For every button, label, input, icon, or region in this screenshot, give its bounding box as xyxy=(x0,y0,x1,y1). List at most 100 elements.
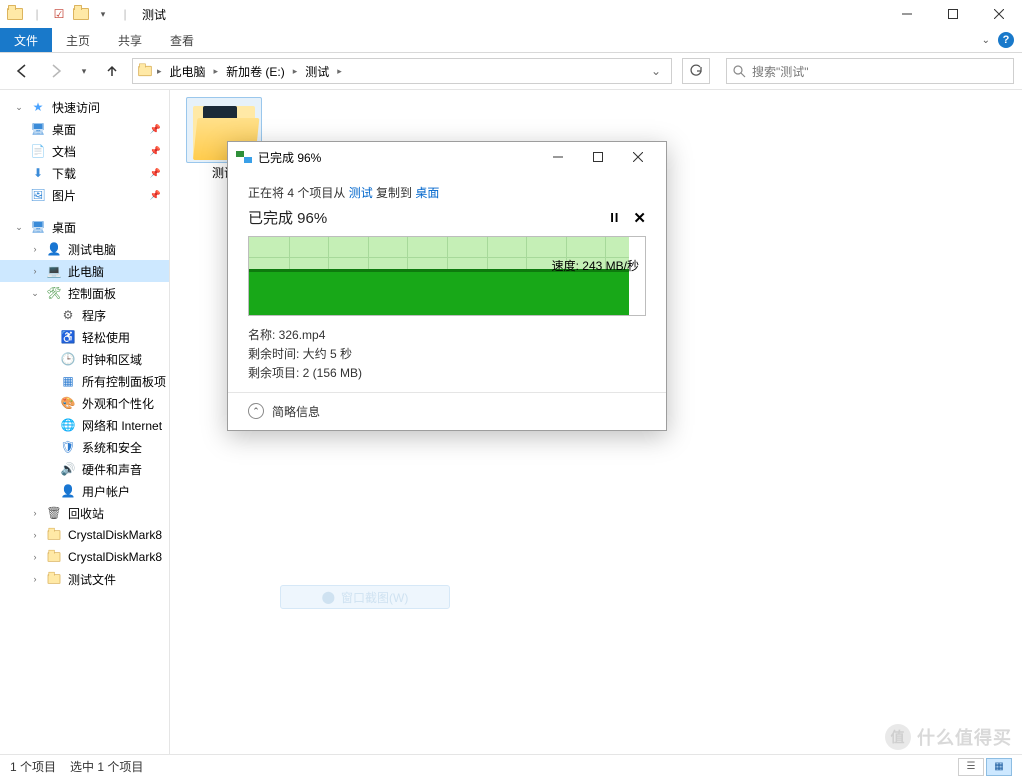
up-button[interactable] xyxy=(98,57,126,85)
net-icon: 🌐 xyxy=(60,417,76,433)
sidebar-item[interactable]: ▦所有控制面板项 xyxy=(0,370,169,392)
window-title: 测试 xyxy=(142,6,166,23)
sidebar-item-pictures[interactable]: 🖼 图片 📌 xyxy=(0,184,169,206)
address-dropdown-icon[interactable]: ⌄ xyxy=(645,64,667,78)
sidebar-item[interactable]: 🕒时钟和区域 xyxy=(0,348,169,370)
copy-source-link[interactable]: 测试 xyxy=(349,186,373,200)
sidebar-label: 下载 xyxy=(52,165,76,182)
picture-icon: 🖼 xyxy=(30,187,46,203)
dialog-maximize-button[interactable] xyxy=(578,142,618,172)
help-icon[interactable]: ? xyxy=(998,32,1014,48)
file-tab[interactable]: 文件 xyxy=(0,28,52,52)
breadcrumb-pc[interactable]: 此电脑 xyxy=(166,63,210,80)
sidebar-item[interactable]: ›👤测试电脑 xyxy=(0,238,169,260)
sidebar-label: 测试文件 xyxy=(68,571,116,588)
progress-percent: 已完成 96% xyxy=(248,207,327,228)
tab-home[interactable]: 主页 xyxy=(52,28,104,52)
copy-dest-link[interactable]: 桌面 xyxy=(415,186,439,200)
folder-icon xyxy=(46,549,62,565)
breadcrumb-sep[interactable]: ▸ xyxy=(155,66,164,77)
pc-icon: 💻 xyxy=(46,263,62,279)
icons-view-button[interactable]: ▦ xyxy=(986,758,1012,776)
details-view-button[interactable]: ☰ xyxy=(958,758,984,776)
watermark: 值 什么值得买 xyxy=(885,724,1012,750)
sidebar-item-desktop[interactable]: 🖥 桌面 📌 xyxy=(0,118,169,140)
cancel-button[interactable]: ✕ xyxy=(633,209,646,227)
breadcrumb-sep[interactable]: ▸ xyxy=(212,66,221,77)
sidebar-label: 系统和安全 xyxy=(82,439,142,456)
ghost-label: 窗口截图(W) xyxy=(341,589,408,606)
ribbon-tabs: 文件 主页 共享 查看 ⌄ ? xyxy=(0,28,1022,53)
sidebar-label: 硬件和声音 xyxy=(82,461,142,478)
sound-icon: 🔊 xyxy=(60,461,76,477)
qat-dropdown-icon[interactable]: ▾ xyxy=(92,3,114,25)
maximize-button[interactable] xyxy=(930,0,976,28)
sidebar-item[interactable]: 🌐网络和 Internet xyxy=(0,414,169,436)
window-controls xyxy=(884,0,1022,28)
ribbon-expand-icon[interactable]: ⌄ xyxy=(982,35,990,46)
forward-button[interactable] xyxy=(42,57,70,85)
sidebar-item[interactable]: ›测试文件 xyxy=(0,568,169,590)
folder-icon xyxy=(46,527,62,543)
tab-view[interactable]: 查看 xyxy=(156,28,208,52)
sidebar-item[interactable]: ›🗑回收站 xyxy=(0,502,169,524)
breadcrumb-drive[interactable]: 新加卷 (E:) xyxy=(222,63,289,80)
user-icon: 👤 xyxy=(46,241,62,257)
camera-icon: ⬤ xyxy=(322,590,335,604)
qat-properties-icon[interactable]: ☑ xyxy=(48,3,70,25)
quick-access-toolbar: | ☑ ▾ | xyxy=(0,3,136,25)
recent-button[interactable]: ▾ xyxy=(76,57,92,85)
sidebar-item[interactable]: ›💻此电脑 xyxy=(0,260,169,282)
sidebar-item[interactable]: 👤用户帐户 xyxy=(0,480,169,502)
sidebar-item[interactable]: 🔊 硬件和声音 xyxy=(0,458,169,480)
tab-share[interactable]: 共享 xyxy=(104,28,156,52)
status-selected-count: 选中 1 个项目 xyxy=(70,758,143,775)
navigation-pane[interactable]: ⌄★ 快速访问 🖥 桌面 📌 📄 文档 📌 ⬇ 下载 📌 🖼 图片 📌 ⌄🖥 桌… xyxy=(0,90,170,754)
pin-icon: 📌 xyxy=(150,190,161,201)
pin-icon: 📌 xyxy=(150,168,161,179)
fewer-details-button[interactable]: ⌃ 简略信息 xyxy=(228,392,666,430)
dialog-minimize-button[interactable] xyxy=(538,142,578,172)
address-bar[interactable]: ▸ 此电脑 ▸ 新加卷 (E:) ▸ 测试 ▸ ⌄ xyxy=(132,58,672,84)
close-button[interactable] xyxy=(976,0,1022,28)
screenshot-menu-item[interactable]: ⬤ 窗口截图(W) xyxy=(280,585,450,609)
minimize-button[interactable] xyxy=(884,0,930,28)
sidebar-quick-access[interactable]: ⌄★ 快速访问 xyxy=(0,96,169,118)
sidebar-item-downloads[interactable]: ⬇ 下载 📌 xyxy=(0,162,169,184)
pause-button[interactable]: II xyxy=(610,210,619,225)
dialog-close-button[interactable] xyxy=(618,142,658,172)
desktop-icon: 🖥 xyxy=(30,219,46,235)
pin-icon: 📌 xyxy=(150,146,161,157)
sidebar-label: 时钟和区域 xyxy=(82,351,142,368)
qat-separator: | xyxy=(114,3,136,25)
back-button[interactable] xyxy=(8,57,36,85)
sidebar-item[interactable]: ⚙程序 xyxy=(0,304,169,326)
title-bar: | ☑ ▾ | 测试 xyxy=(0,0,1022,28)
sidebar-item[interactable]: ⌄🛠控制面板 xyxy=(0,282,169,304)
sidebar-label: 轻松使用 xyxy=(82,329,130,346)
breadcrumb-folder[interactable]: 测试 xyxy=(301,63,333,80)
search-input[interactable]: 搜索"测试" xyxy=(726,58,1014,84)
sidebar-item[interactable]: ♿ 轻松使用 xyxy=(0,326,169,348)
refresh-button[interactable] xyxy=(682,58,710,84)
sidebar-item[interactable]: 🎨外观和个性化 xyxy=(0,392,169,414)
sidebar-item[interactable]: ›CrystalDiskMark8 xyxy=(0,546,169,568)
sidebar-label: 桌面 xyxy=(52,219,76,236)
copy-metadata: 名称: 326.mp4 剩余时间: 大约 5 秒 剩余项目: 2 (156 MB… xyxy=(248,326,646,384)
breadcrumb-sep[interactable]: ▸ xyxy=(291,66,300,77)
breadcrumb-sep[interactable]: ▸ xyxy=(335,66,344,77)
copy-progress-dialog: 已完成 96% 正在将 4 个项目从 测试 复制到 桌面 已完成 96% II … xyxy=(227,141,667,431)
sidebar-desktop-root[interactable]: ⌄🖥 桌面 xyxy=(0,216,169,238)
ease-icon: ♿ xyxy=(60,329,76,345)
sidebar-item-documents[interactable]: 📄 文档 📌 xyxy=(0,140,169,162)
sidebar-label: 桌面 xyxy=(52,121,76,138)
dialog-titlebar[interactable]: 已完成 96% xyxy=(228,142,666,172)
sidebar-label: 程序 xyxy=(82,307,106,324)
sidebar-label: 快速访问 xyxy=(52,99,100,116)
sidebar-label: CrystalDiskMark8 xyxy=(68,528,162,542)
search-icon xyxy=(733,65,746,78)
pin-icon: 📌 xyxy=(150,124,161,135)
copy-time-remaining: 大约 5 秒 xyxy=(303,347,352,361)
sidebar-item[interactable]: ›CrystalDiskMark8 xyxy=(0,524,169,546)
sidebar-item[interactable]: 🛡系统和安全 xyxy=(0,436,169,458)
